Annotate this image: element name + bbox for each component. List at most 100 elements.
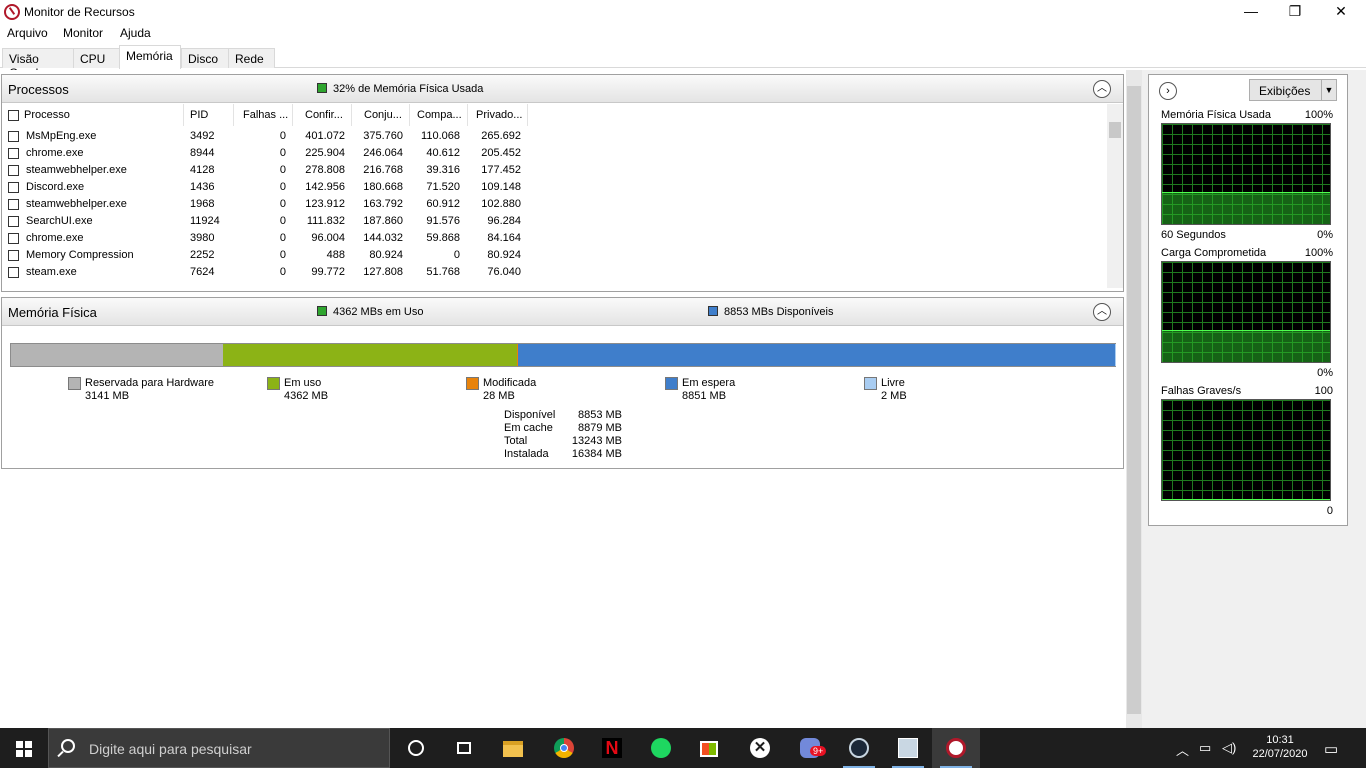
table-cell: 180.668 <box>363 181 403 193</box>
table-row[interactable]: Discord.exe 1436 0 142.956 180.668 71.520 109.… <box>2 179 532 196</box>
discord-button[interactable]: 9+ <box>786 728 834 768</box>
column-header-conjunto[interactable]: Conju... <box>352 104 410 126</box>
taskbar: Digite aqui para pesquisar N ✕ 9+ ︿ ▭ ◁)… <box>0 728 1366 768</box>
chrome-button[interactable] <box>540 728 588 768</box>
close-button[interactable]: ✕ <box>1318 0 1364 24</box>
table-row[interactable]: MsMpEng.exe 3492 0 401.072 375.760 110.068 265… <box>2 128 532 145</box>
row-checkbox[interactable] <box>8 131 19 142</box>
steam-button[interactable] <box>835 728 883 768</box>
views-pane: › Exibições ▼ Memória Física Usada 100% 60 … <box>1142 70 1366 730</box>
maximize-button[interactable]: ❐ <box>1272 0 1318 24</box>
collapse-physical-memory-button[interactable]: ︿ <box>1093 303 1111 321</box>
row-checkbox[interactable] <box>8 267 19 278</box>
table-row[interactable]: Memory Compression 2252 0 488 80.924 0 80.924 <box>2 247 532 264</box>
legend-label: Modificada <box>483 377 537 389</box>
column-header-pid[interactable]: PID <box>184 104 234 126</box>
table-cell: 96.284 <box>487 215 521 227</box>
collapse-processes-button[interactable]: ︿ <box>1093 80 1111 98</box>
task-manager-button[interactable] <box>884 728 932 768</box>
show-hidden-icons-button[interactable]: ︿ <box>1176 740 1189 759</box>
row-checkbox[interactable] <box>8 250 19 261</box>
table-cell: 0 <box>279 266 286 278</box>
row-checkbox[interactable] <box>8 182 19 193</box>
table-row[interactable]: steam.exe 7624 0 99.772 127.808 51.768 76.040 <box>2 264 532 281</box>
minimize-button[interactable]: — <box>1228 0 1274 24</box>
table-cell: chrome.exe <box>26 232 84 244</box>
table-cell: 0 <box>279 198 286 210</box>
table-row[interactable]: steamwebhelper.exe 1968 0 123.912 163.792 60.… <box>2 196 532 213</box>
row-checkbox[interactable] <box>8 216 19 227</box>
column-header-compartilhavel[interactable]: Compa... <box>410 104 468 126</box>
column-header-privado[interactable]: Privado... <box>468 104 528 126</box>
column-header-falhas[interactable]: Falhas ... <box>234 104 293 126</box>
steam-icon <box>849 738 869 758</box>
column-label: PID <box>190 109 209 121</box>
legend-swatch <box>864 377 877 390</box>
tab-rede[interactable]: Rede <box>228 48 275 68</box>
table-row[interactable]: chrome.exe 8944 0 225.904 246.064 40.612 205.4… <box>2 145 532 162</box>
row-checkbox[interactable] <box>8 233 19 244</box>
xbox-button[interactable]: ✕ <box>736 728 784 768</box>
memory-in-use-text: 4362 MBs em Uso <box>333 306 424 318</box>
expand-pane-button[interactable]: › <box>1159 82 1177 100</box>
processes-header[interactable]: Processos 32% de Memória Física Usada ︿ <box>2 75 1123 103</box>
menu-arquivo[interactable]: Arquivo <box>7 26 48 40</box>
notifications-icon[interactable]: ▭ <box>1324 740 1338 758</box>
menu-ajuda[interactable]: Ajuda <box>120 26 151 40</box>
graph-title: Falhas Graves/s <box>1161 385 1242 397</box>
spotify-button[interactable] <box>637 728 685 768</box>
taskbar-clock[interactable]: 10:31 22/07/2020 <box>1252 733 1308 761</box>
memory-available-text: 8853 MBs Disponíveis <box>724 306 834 318</box>
cortana-button[interactable] <box>392 728 440 768</box>
table-cell: 96.004 <box>311 232 345 244</box>
main-scrollbar-thumb[interactable] <box>1127 86 1141 714</box>
views-scrollbar[interactable] <box>1350 74 1366 726</box>
select-all-checkbox[interactable] <box>8 110 19 121</box>
column-header-processo[interactable]: Processo <box>24 104 184 126</box>
scrollbar-thumb[interactable] <box>1109 122 1121 138</box>
legend-value: 4362 MB <box>284 390 329 402</box>
task-view-button[interactable] <box>440 728 488 768</box>
physical-memory-header[interactable]: Memória Física 4362 MBs em Uso 8853 MBs … <box>2 298 1123 326</box>
menu-monitor[interactable]: Monitor <box>63 26 103 40</box>
graph-series <box>1162 499 1330 500</box>
legend-item: Reservada para Hardware 3141 MB <box>68 377 248 405</box>
start-button[interactable] <box>0 728 48 768</box>
main-scrollbar[interactable] <box>1126 70 1142 730</box>
memory-in-use-info: 4362 MBs em Uso <box>317 306 423 318</box>
tab-cpu[interactable]: CPU <box>73 48 120 68</box>
netflix-button[interactable]: N <box>588 728 636 768</box>
table-cell: 246.064 <box>363 147 403 159</box>
file-explorer-button[interactable] <box>489 728 537 768</box>
table-row[interactable]: chrome.exe 3980 0 96.004 144.032 59.868 84.164 <box>2 230 532 247</box>
legend-item: Modificada 28 MB <box>466 377 646 405</box>
table-row[interactable]: SearchUI.exe 11924 0 111.832 187.860 91.576 96… <box>2 213 532 230</box>
store-button[interactable] <box>686 728 734 768</box>
table-cell: 0 <box>279 215 286 227</box>
volume-icon[interactable]: ◁) <box>1222 740 1236 756</box>
row-checkbox[interactable] <box>8 148 19 159</box>
processes-scrollbar[interactable] <box>1107 104 1123 288</box>
taskbar-search-box[interactable]: Digite aqui para pesquisar <box>48 728 390 768</box>
row-checkbox[interactable] <box>8 165 19 176</box>
table-cell: 163.792 <box>363 198 403 210</box>
table-row[interactable]: steamwebhelper.exe 4128 0 278.808 216.768 39.… <box>2 162 532 179</box>
title-bar: Monitor de Recursos — ❐ ✕ <box>0 0 1366 24</box>
table-cell: 99.772 <box>311 266 345 278</box>
graph-canvas <box>1161 123 1331 225</box>
network-icon[interactable]: ▭ <box>1199 740 1211 756</box>
graph-canvas <box>1161 399 1331 501</box>
tab-visao-geral[interactable]: Visão Geral <box>2 48 74 80</box>
row-checkbox[interactable] <box>8 199 19 210</box>
processes-table: Processo PID Falhas ... Confir... Conju.… <box>2 104 1107 288</box>
views-dropdown-icon[interactable]: ▼ <box>1321 80 1336 100</box>
usage-swatch <box>317 83 327 93</box>
resource-monitor-taskbar-button[interactable] <box>932 728 980 768</box>
graph-series <box>1162 192 1330 224</box>
legend-label: Em espera <box>682 377 736 389</box>
tab-memoria[interactable]: Memória <box>119 45 181 69</box>
column-header-confirmado[interactable]: Confir... <box>293 104 352 126</box>
tab-disco[interactable]: Disco <box>181 48 229 68</box>
column-label: Privado... <box>476 109 523 121</box>
views-button[interactable]: Exibições ▼ <box>1249 79 1337 101</box>
